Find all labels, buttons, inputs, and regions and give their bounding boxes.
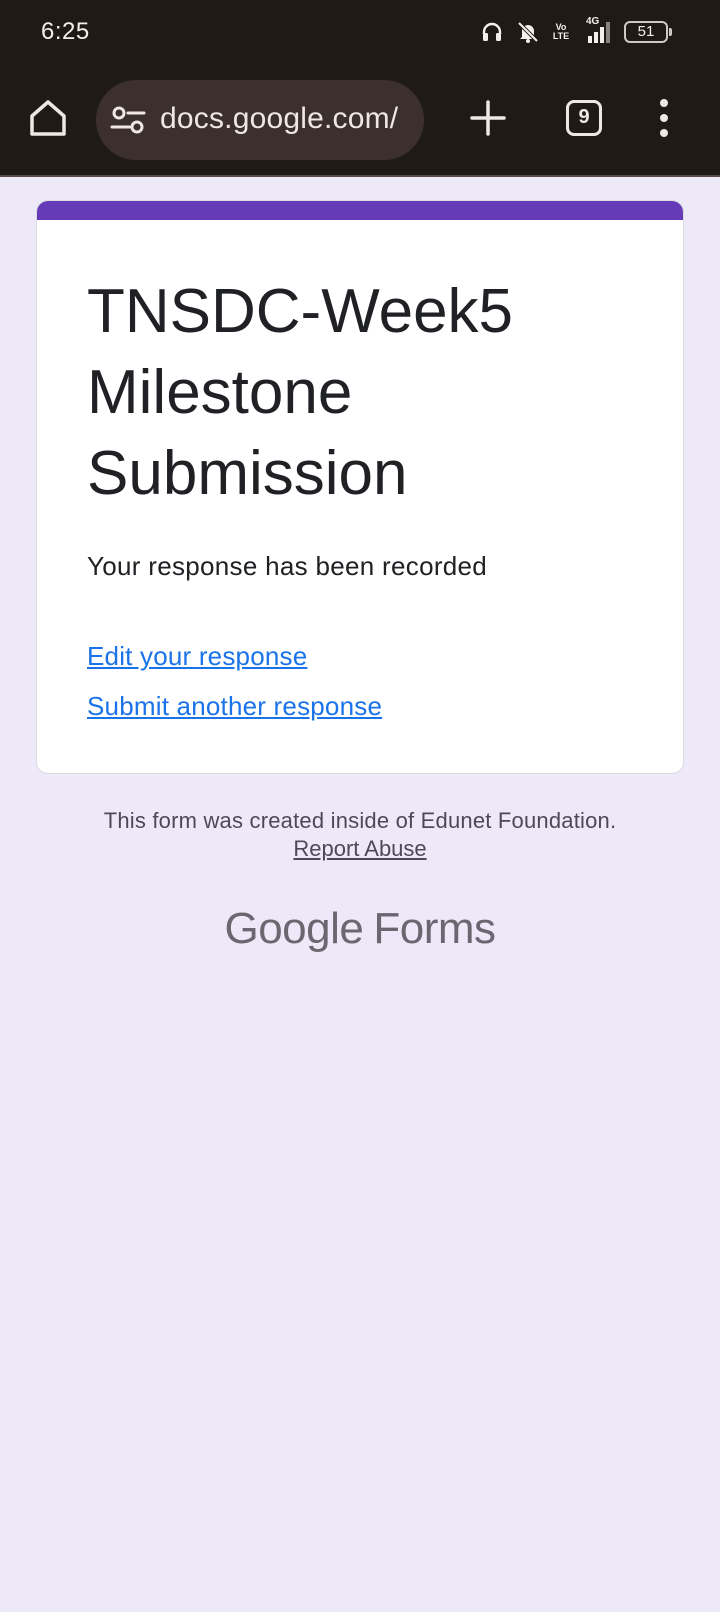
url-bar[interactable]: docs.google.com/ (96, 80, 424, 160)
card-accent-bar (37, 201, 683, 220)
home-button[interactable] (26, 96, 70, 140)
battery-indicator: 51 (624, 21, 672, 43)
volte-indicator: Vo LTE (552, 23, 570, 41)
site-settings-icon[interactable] (110, 104, 146, 136)
more-menu-icon (660, 99, 668, 137)
home-icon (30, 100, 66, 136)
footer-note: This form was created inside of Edunet F… (103, 808, 617, 833)
confirmation-card: TNSDC-Week5 Milestone Submission Your re… (36, 200, 684, 774)
new-tab-icon (470, 100, 506, 136)
status-bar: 6:25 Vo LTE 4G 51 (0, 0, 720, 66)
headphones-icon (480, 20, 504, 44)
status-time: 6:25 (41, 18, 90, 45)
logo-google-text: Google (224, 904, 364, 953)
browser-toolbar: docs.google.com/ 9 (0, 66, 720, 177)
more-menu-button[interactable] (654, 96, 674, 140)
logo-forms-text: Forms (373, 904, 496, 953)
new-tab-button[interactable] (468, 98, 508, 138)
edit-response-link[interactable]: Edit your response (87, 641, 307, 672)
report-abuse-container: Report Abuse (0, 836, 720, 862)
lte-label: LTE (552, 31, 570, 41)
signal-icon: 4G (582, 16, 612, 44)
status-icons: Vo LTE 4G 51 (480, 16, 672, 46)
tab-switcher-button[interactable]: 9 (566, 100, 602, 136)
form-title: TNSDC-Week5 Milestone Submission (87, 277, 514, 508)
submit-another-response-link[interactable]: Submit another response (87, 691, 382, 722)
notifications-muted-icon (516, 20, 540, 44)
url-text[interactable]: docs.google.com/ (160, 102, 398, 136)
report-abuse-link[interactable]: Report Abuse (293, 836, 426, 861)
network-type-label: 4G (586, 16, 600, 27)
confirmation-message: Your response has been recorded (87, 551, 488, 581)
google-forms-logo[interactable]: Google Forms (0, 904, 720, 954)
